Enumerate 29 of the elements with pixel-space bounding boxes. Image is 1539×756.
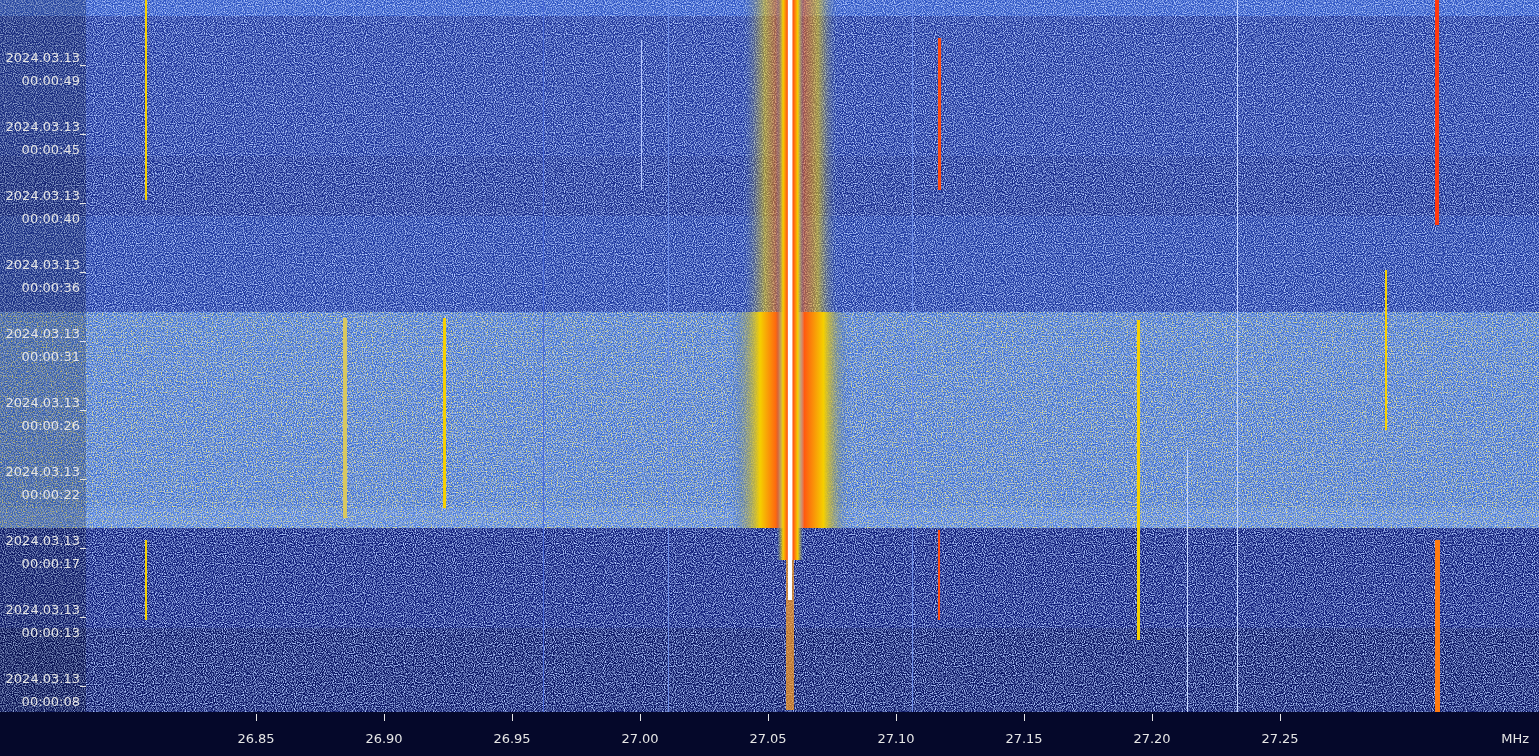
- frequency-label: 26.85: [237, 731, 275, 746]
- date-label: 2024.03.13: [4, 394, 81, 412]
- time-label: 00:00:45: [20, 141, 81, 159]
- date-label: 2024.03.13: [4, 118, 81, 136]
- date-label: 2024.03.13: [4, 463, 81, 481]
- frequency-label: 27.00: [621, 731, 659, 746]
- frequency-label: 27.20: [1133, 731, 1171, 746]
- time-label: 00:00:26: [20, 417, 81, 435]
- date-label: 2024.03.13: [4, 256, 81, 274]
- unit-label: MHz: [1501, 730, 1530, 748]
- time-label: 00:00:36: [20, 279, 81, 297]
- time-label: 00:00:31: [20, 348, 81, 366]
- time-label: 00:00:22: [20, 486, 81, 504]
- frequency-label: 27.10: [877, 731, 915, 746]
- date-label: 2024.03.13: [4, 670, 81, 688]
- time-label: 00:00:13: [20, 624, 81, 642]
- time-label: 00:00:49: [20, 72, 81, 90]
- frequency-label: 27.15: [1005, 731, 1043, 746]
- frequency-label: 26.95: [493, 731, 531, 746]
- time-label: 00:00:17: [20, 555, 81, 573]
- date-label: 2024.03.13: [4, 532, 81, 550]
- time-label: 00:00:08: [20, 693, 81, 711]
- date-label: 2024.03.13: [4, 187, 81, 205]
- frequency-label: 27.05: [749, 731, 787, 746]
- date-label: 2024.03.13: [4, 601, 81, 619]
- frequency-label: 26.90: [365, 731, 403, 746]
- date-label: 2024.03.13: [4, 49, 81, 67]
- frequency-label: 27.25: [1261, 731, 1299, 746]
- time-label: 00:00:40: [20, 210, 81, 228]
